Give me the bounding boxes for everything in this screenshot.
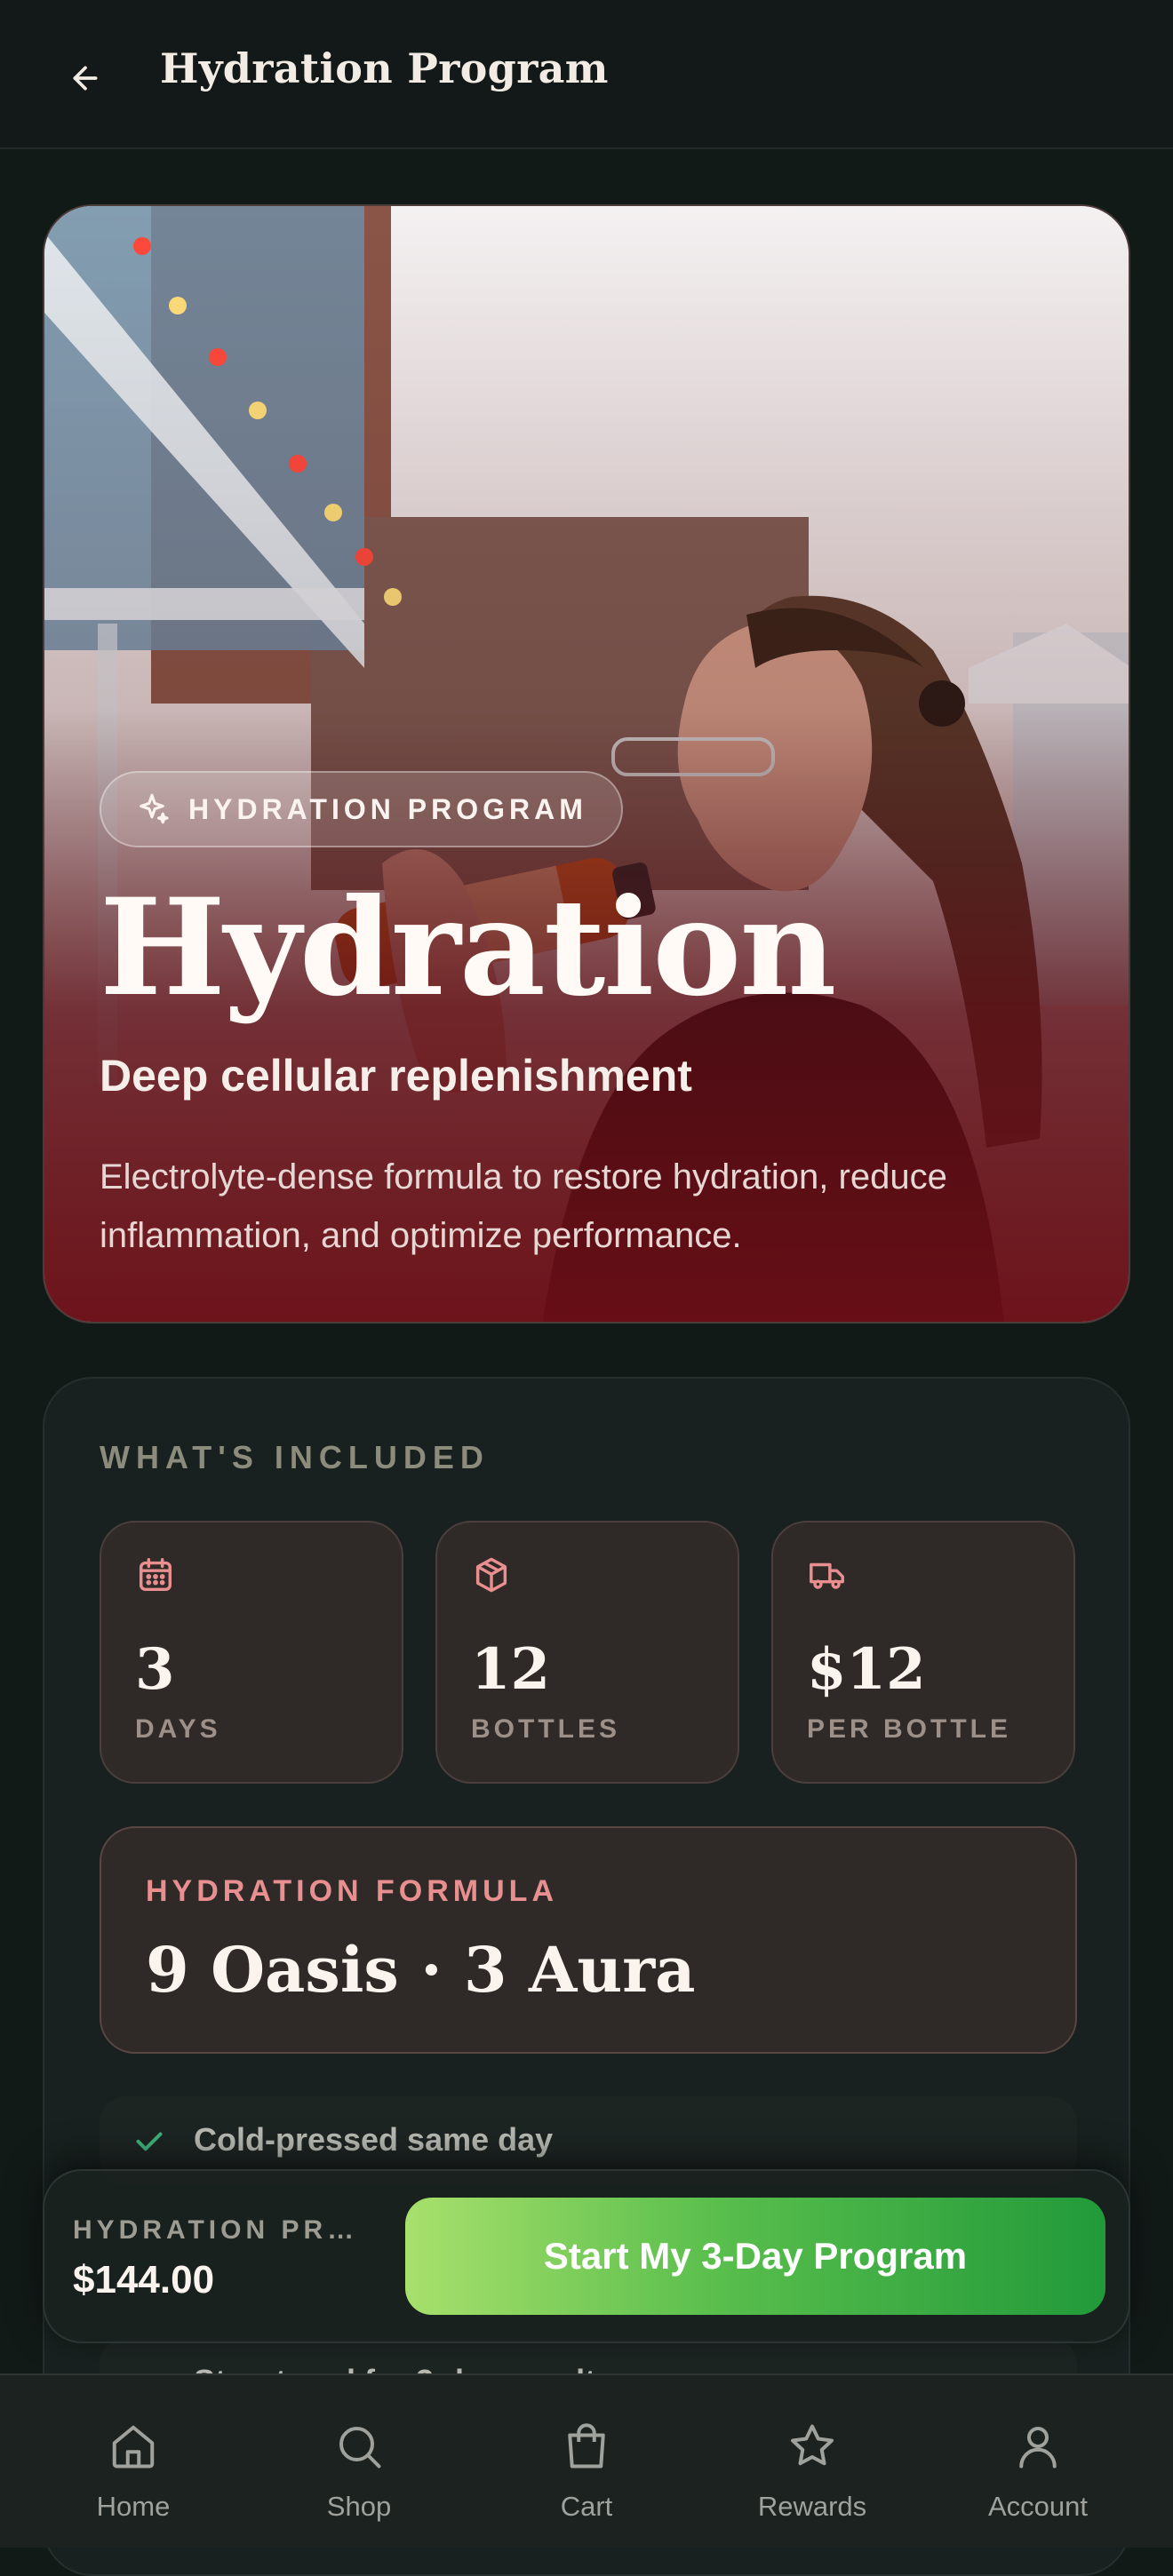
hero-description: Electrolyte-dense formula to restore hyd… (100, 1157, 947, 1255)
checkout-bar: HYDRATION PROGRAM $144.00 Start My 3-Day… (43, 2169, 1130, 2343)
formula-card: HYDRATION FORMULA 9 Oasis · 3 Aura (100, 1826, 1077, 2054)
star-icon (791, 2424, 834, 2466)
start-program-button[interactable]: Start My 3-Day Program (405, 2198, 1105, 2315)
cta-price: $144.00 (73, 2258, 215, 2302)
stat-days: 3 DAYS (100, 1521, 403, 1784)
bottom-nav: Home Shop Cart Rewards Account (0, 2373, 1173, 2548)
program-badge: HYDRATION PROGRAM (100, 771, 623, 847)
hero-title: Hydration (100, 870, 836, 1026)
user-icon (1019, 2427, 1057, 2469)
feature-label: Cold-pressed same day (194, 2121, 554, 2158)
nav-item-cart[interactable]: Cart (507, 2375, 666, 2549)
hero-card: HYDRATION PROGRAM Hydration Deep cellula… (43, 204, 1130, 1324)
cta-program-name: HYDRATION PROGRAM (73, 2215, 375, 2245)
stat-label: BOTTLES (471, 1714, 620, 1744)
stat-label: DAYS (135, 1714, 221, 1744)
nav-item-home[interactable]: Home (53, 2375, 213, 2549)
nav-label: Shop (326, 2491, 392, 2522)
page-title: Hydration Program (160, 44, 609, 92)
box-icon (475, 1557, 507, 1593)
top-app-bar: Hydration Program (0, 0, 1173, 149)
nav-label: Rewards (757, 2491, 867, 2522)
truck-icon (810, 1562, 844, 1589)
stat-value: 12 (471, 1636, 551, 1703)
stat-per-bottle: $12 PER BOTTLE (771, 1521, 1075, 1784)
stat-value: $12 (807, 1636, 926, 1703)
nav-item-rewards[interactable]: Rewards (732, 2375, 892, 2549)
search-icon (339, 2427, 381, 2469)
stat-label: PER BOTTLE (807, 1714, 1012, 1744)
program-badge-label: HYDRATION PROGRAM (188, 792, 587, 825)
nav-item-account[interactable]: Account (958, 2375, 1118, 2549)
stat-value: 3 (135, 1636, 175, 1703)
shopping-bag-icon (568, 2423, 605, 2469)
hero-subtitle: Deep cellular replenishment (100, 1051, 692, 1101)
nav-label: Account (987, 2491, 1088, 2522)
stat-bottles: 12 BOTTLES (435, 1521, 739, 1784)
nav-label: Home (96, 2491, 171, 2522)
home-icon (112, 2425, 155, 2469)
formula-value: 9 Oasis · 3 Aura (146, 1933, 696, 2007)
sparkle-icon (140, 793, 169, 824)
arrow-left-icon (73, 66, 98, 91)
nav-label: Cart (560, 2491, 613, 2522)
check-icon (136, 2132, 163, 2151)
calendar-icon (139, 1558, 172, 1592)
back-button[interactable] (55, 48, 116, 108)
formula-label: HYDRATION FORMULA (146, 1874, 558, 1908)
section-heading: WHAT'S INCLUDED (100, 1439, 490, 1475)
nav-item-shop[interactable]: Shop (279, 2375, 439, 2549)
